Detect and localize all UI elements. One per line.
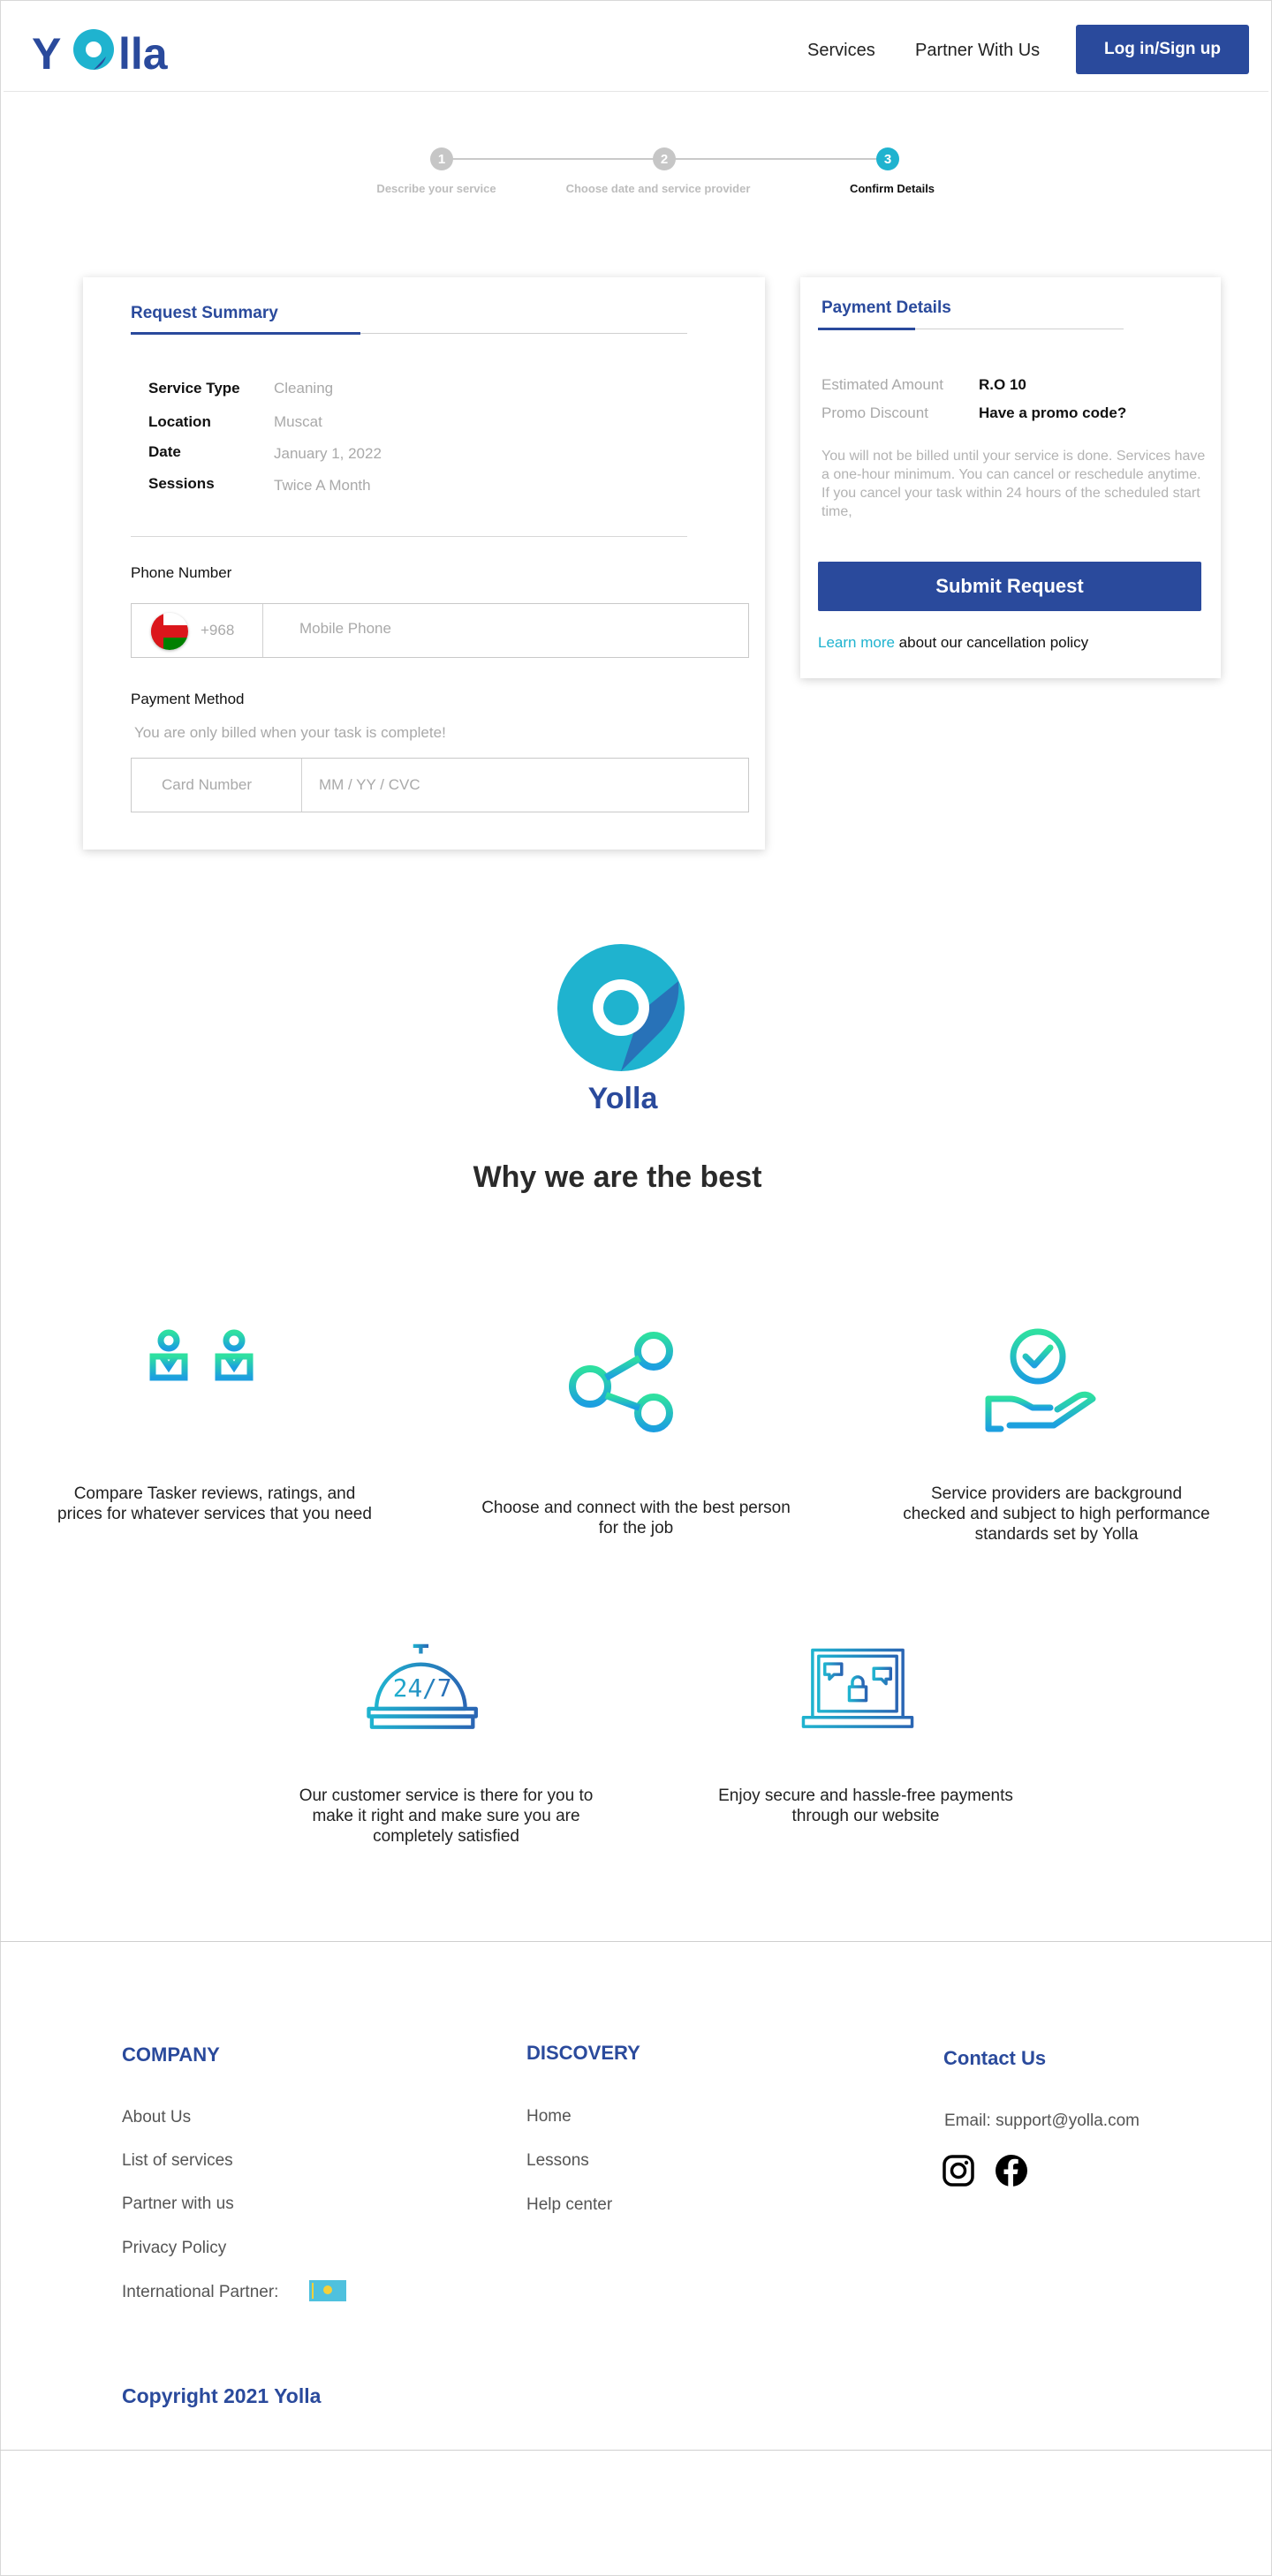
footer-international-partner-label: International Partner: bbox=[122, 2283, 279, 2301]
footer-home-link[interactable]: Home bbox=[526, 2107, 572, 2127]
feature-compare-text: Compare Tasker reviews, ratings, and pri… bbox=[57, 1484, 372, 1523]
phone-input-group: +968 Mobile Phone bbox=[131, 603, 749, 658]
footer-help-center-link[interactable]: Help center bbox=[526, 2195, 612, 2215]
footer-email[interactable]: Email: support@yolla.com bbox=[944, 2111, 1140, 2131]
sessions-label: Sessions bbox=[148, 475, 215, 492]
copyright-text: Copyright 2021 Yolla bbox=[122, 2384, 322, 2407]
step-1-indicator: 1 bbox=[430, 147, 453, 170]
footer-discovery-heading: DISCOVERY bbox=[526, 2042, 640, 2064]
footer-bottom-divider bbox=[0, 2450, 1272, 2451]
footer-contact-heading: Contact Us bbox=[943, 2047, 1047, 2069]
instagram-icon[interactable] bbox=[942, 2154, 975, 2187]
oman-flag-icon[interactable] bbox=[151, 613, 188, 650]
step-1-label: Describe your service bbox=[376, 182, 496, 195]
step-2-label: Choose date and service provider bbox=[565, 182, 751, 195]
nav-partner-link[interactable]: Partner With Us bbox=[915, 41, 1040, 61]
dial-code[interactable]: +968 bbox=[201, 622, 234, 639]
kazakhstan-flag-icon[interactable] bbox=[309, 2280, 346, 2301]
policy-suffix: about our cancellation policy bbox=[894, 634, 1089, 651]
sessions-value: Twice A Month bbox=[274, 477, 371, 494]
estimated-amount-label: Estimated Amount bbox=[822, 376, 943, 393]
compare-icon bbox=[149, 1329, 254, 1420]
why-section-title: Why we are the best bbox=[473, 1160, 762, 1194]
svg-text:24/7: 24/7 bbox=[393, 1673, 452, 1703]
date-value: January 1, 2022 bbox=[274, 445, 382, 462]
footer-services-link[interactable]: List of services bbox=[122, 2151, 233, 2171]
tab-request-summary[interactable]: Request Summary bbox=[131, 304, 278, 323]
cancellation-policy-text: Learn more about our cancellation policy bbox=[818, 634, 1088, 652]
date-label: Date bbox=[148, 443, 181, 460]
footer-privacy-link[interactable]: Privacy Policy bbox=[122, 2239, 226, 2258]
payment-method-label: Payment Method bbox=[131, 691, 245, 707]
step-3-indicator: 3 bbox=[876, 147, 899, 170]
footer-partner-link[interactable]: Partner with us bbox=[122, 2195, 234, 2214]
estimated-amount-value: R.O 10 bbox=[979, 376, 1026, 393]
login-signup-button[interactable]: Log in/Sign up bbox=[1076, 25, 1249, 74]
step-connector bbox=[664, 158, 888, 160]
tab-active-underline bbox=[818, 328, 915, 330]
service-type-label: Service Type bbox=[148, 380, 240, 397]
support-24-7-icon: 24/7 bbox=[367, 1643, 478, 1729]
request-summary-card: Request Summary Service Type Cleaning Lo… bbox=[83, 277, 765, 850]
site-header: Y lla Services Partner With Us Log in/Si… bbox=[4, 4, 1268, 92]
feature-support-text: Our customer service is there for you to… bbox=[299, 1787, 594, 1846]
location-value: Muscat bbox=[274, 413, 322, 430]
feature-connect-text: Choose and connect with the best person … bbox=[481, 1499, 791, 1537]
secure-laptop-icon bbox=[801, 1648, 914, 1728]
promo-code-link[interactable]: Have a promo code? bbox=[979, 404, 1126, 422]
facebook-icon[interactable] bbox=[995, 2154, 1028, 2187]
nav-services-link[interactable]: Services bbox=[807, 41, 875, 61]
verified-hand-icon bbox=[985, 1328, 1096, 1432]
card-expiry-cvc-input[interactable]: MM / YY / CVC bbox=[319, 776, 420, 794]
summary-divider bbox=[131, 536, 687, 537]
billing-note: You are only billed when your task is co… bbox=[134, 724, 446, 741]
brand-name: Yolla bbox=[587, 1082, 658, 1115]
phone-number-label: Phone Number bbox=[131, 564, 232, 581]
feature-secure-text: Enjoy secure and hassle-free payments th… bbox=[718, 1787, 1013, 1825]
svg-text:lla: lla bbox=[118, 29, 169, 79]
card-separator bbox=[301, 759, 302, 812]
footer-top-divider bbox=[0, 1941, 1272, 1942]
svg-text:Y: Y bbox=[32, 29, 61, 79]
feature-verified-text: Service providers are background checked… bbox=[903, 1484, 1210, 1544]
phone-separator bbox=[262, 604, 263, 657]
tab-payment-details[interactable]: Payment Details bbox=[822, 298, 951, 318]
card-input-group: Card Number MM / YY / CVC bbox=[131, 758, 749, 812]
yolla-pin-logo bbox=[557, 944, 685, 1071]
location-label: Location bbox=[148, 413, 211, 430]
progress-stepper: 1 2 3 Describe your service Choose date … bbox=[353, 141, 972, 212]
promo-discount-label: Promo Discount bbox=[822, 404, 928, 421]
footer-company-heading: COMPANY bbox=[122, 2043, 220, 2066]
mobile-phone-input[interactable]: Mobile Phone bbox=[299, 620, 391, 638]
step-3-label: Confirm Details bbox=[849, 182, 935, 195]
step-2-indicator: 2 bbox=[653, 147, 676, 170]
learn-more-link[interactable]: Learn more bbox=[818, 634, 895, 651]
share-icon bbox=[569, 1332, 673, 1432]
footer-about-us-link[interactable]: About Us bbox=[122, 2108, 191, 2127]
card-number-input[interactable]: Card Number bbox=[162, 776, 252, 794]
service-type-value: Cleaning bbox=[274, 380, 334, 397]
yolla-logo[interactable]: Y lla bbox=[30, 18, 180, 79]
submit-request-button[interactable]: Submit Request bbox=[818, 562, 1201, 611]
step-connector bbox=[442, 158, 664, 160]
payment-details-card: Payment Details Estimated Amount R.O 10 … bbox=[800, 277, 1221, 678]
billing-policy-note: You will not be billed until your servic… bbox=[822, 449, 1206, 519]
footer-lessons-link[interactable]: Lessons bbox=[526, 2151, 589, 2171]
tab-active-underline bbox=[131, 332, 360, 335]
